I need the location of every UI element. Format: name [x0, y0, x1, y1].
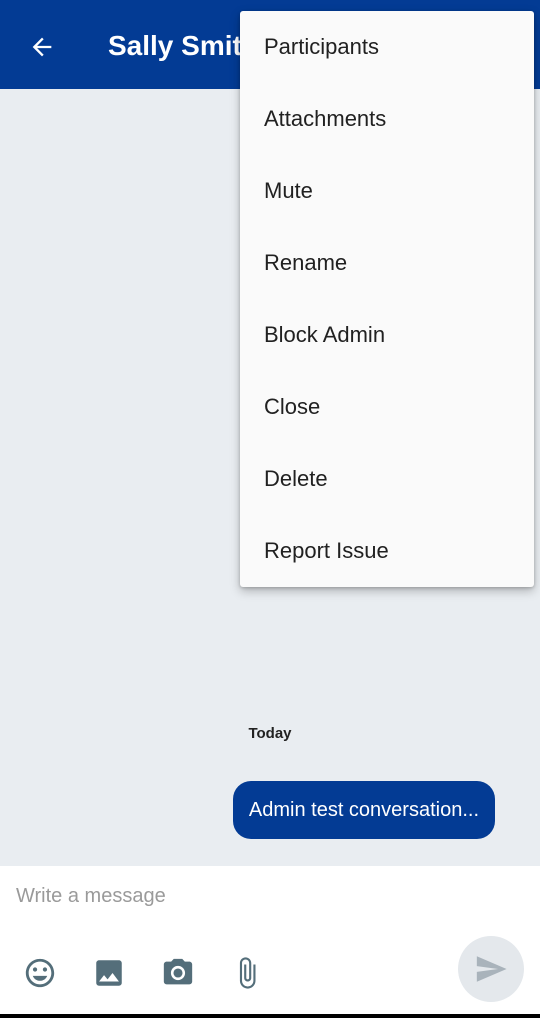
message-input[interactable] [0, 866, 452, 926]
back-button[interactable] [20, 27, 64, 67]
send-button[interactable] [458, 936, 524, 1002]
menu-item-rename[interactable]: Rename [240, 227, 534, 299]
camera-icon [163, 958, 193, 985]
camera-button[interactable] [158, 953, 198, 993]
menu-item-close[interactable]: Close [240, 371, 534, 443]
emoji-button[interactable] [20, 953, 60, 993]
menu-item-mute[interactable]: Mute [240, 155, 534, 227]
menu-item-participants[interactable]: Participants [240, 11, 534, 83]
attach-button[interactable] [227, 953, 267, 993]
image-icon [96, 960, 122, 986]
overflow-menu: Participants Attachments Mute Rename Blo… [240, 11, 534, 587]
send-icon [476, 956, 507, 982]
message-bubble-outgoing[interactable]: Admin test conversation... [232, 781, 495, 839]
date-separator: Today [248, 725, 292, 742]
system-nav-bar [0, 1014, 540, 1018]
menu-item-report-issue[interactable]: Report Issue [240, 515, 534, 587]
menu-item-attachments[interactable]: Attachments [240, 83, 534, 155]
menu-item-delete[interactable]: Delete [240, 443, 534, 515]
attach-icon [239, 957, 256, 989]
gallery-button[interactable] [89, 953, 129, 993]
arrow-left-icon [32, 37, 52, 57]
menu-item-block-admin[interactable]: Block Admin [240, 299, 534, 371]
conversation-title: Sally Smith [108, 30, 259, 61]
emoji-icon [25, 958, 55, 988]
message-text: Admin test conversation... [248, 798, 479, 821]
